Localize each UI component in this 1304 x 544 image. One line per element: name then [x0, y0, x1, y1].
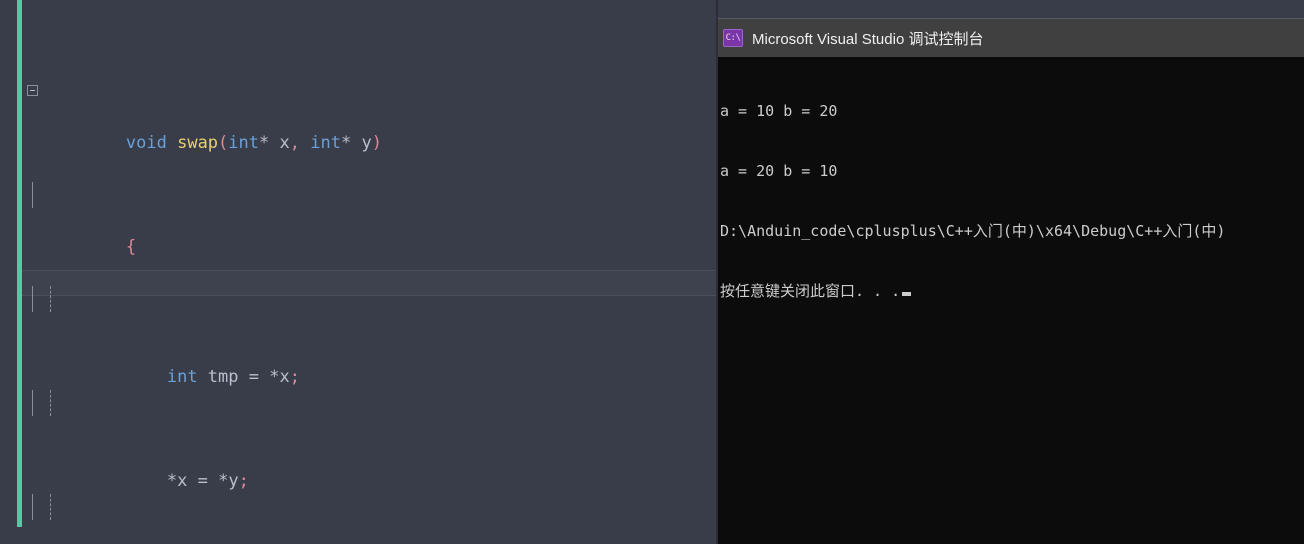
outline-guide: [32, 286, 33, 312]
code-token: x: [279, 367, 290, 387]
console-output-line: D:\Anduin_code\cplusplus\C++入门(中)\x64\De…: [720, 222, 1226, 240]
code-token: swap: [177, 133, 219, 153]
code-tokens: int tmp = *x;: [126, 367, 300, 387]
outline-guide: [32, 494, 33, 520]
code-tokens: *x = *y;: [126, 471, 249, 491]
console-cursor: [902, 292, 912, 296]
outline-guide: [32, 182, 33, 208]
code-token: =: [197, 471, 208, 491]
code-token: ;: [289, 367, 300, 387]
console-title-text: Microsoft Visual Studio 调试控制台: [752, 30, 984, 48]
code-token: x: [269, 133, 290, 153]
code-token: tmp: [197, 367, 249, 387]
code-tokens: void swap(int* x, int* y): [126, 133, 382, 153]
console-title-bar[interactable]: C:\ Microsoft Visual Studio 调试控制台: [718, 18, 1304, 57]
console-output-line-prompt: 按任意键关闭此窗口. . .: [720, 281, 1304, 301]
code-token: {: [125, 237, 137, 257]
code-text-layer[interactable]: void swap(int* x, int* y) { int tmp = *x…: [0, 0, 718, 544]
code-tokens: {: [126, 237, 136, 257]
code-token: ): [371, 133, 382, 153]
code-token: y: [351, 133, 372, 153]
code-token: *: [218, 471, 229, 491]
console-window-icon: C:\: [723, 29, 743, 47]
code-token: *: [269, 367, 280, 387]
indent-guide: [50, 286, 51, 312]
screenshot-root: void swap(int* x, int* y) { int tmp = *x…: [0, 0, 1304, 544]
console-output-area[interactable]: a = 10 b = 20 a = 20 b = 10 D:\Anduin_co…: [718, 57, 1304, 341]
code-token: ,: [289, 133, 300, 153]
code-token: (: [218, 133, 229, 153]
code-token: ;: [238, 471, 249, 491]
code-line[interactable]: {: [0, 182, 718, 257]
outline-guide: [32, 390, 33, 416]
indent-guide: [50, 390, 51, 416]
console-prompt-text: 按任意键关闭此窗口. . .: [720, 282, 901, 300]
code-token: int: [310, 133, 341, 153]
code-token: *: [340, 133, 352, 153]
code-token: y: [228, 471, 239, 491]
code-line[interactable]: *x = *y;: [0, 390, 718, 491]
code-editor[interactable]: void swap(int* x, int* y) { int tmp = *x…: [0, 0, 718, 544]
fold-collapse-icon[interactable]: [27, 85, 38, 96]
code-token: int: [228, 133, 260, 153]
code-line[interactable]: *y = tmp;: [0, 494, 718, 520]
code-line[interactable]: int tmp = *x;: [0, 286, 718, 387]
console-output-line: a = 20 b = 10: [720, 162, 838, 180]
code-token: void: [125, 133, 167, 153]
code-token: int: [166, 367, 198, 387]
code-line[interactable]: void swap(int* x, int* y): [0, 78, 718, 153]
debug-console-window[interactable]: C:\ Microsoft Visual Studio 调试控制台 a = 10…: [718, 18, 1304, 544]
code-token: x: [177, 471, 198, 491]
code-token: *: [259, 133, 270, 153]
code-token: *: [166, 471, 178, 491]
code-token: =: [248, 367, 259, 387]
indent-guide: [50, 494, 51, 520]
console-output-line: a = 10 b = 20: [720, 102, 838, 120]
